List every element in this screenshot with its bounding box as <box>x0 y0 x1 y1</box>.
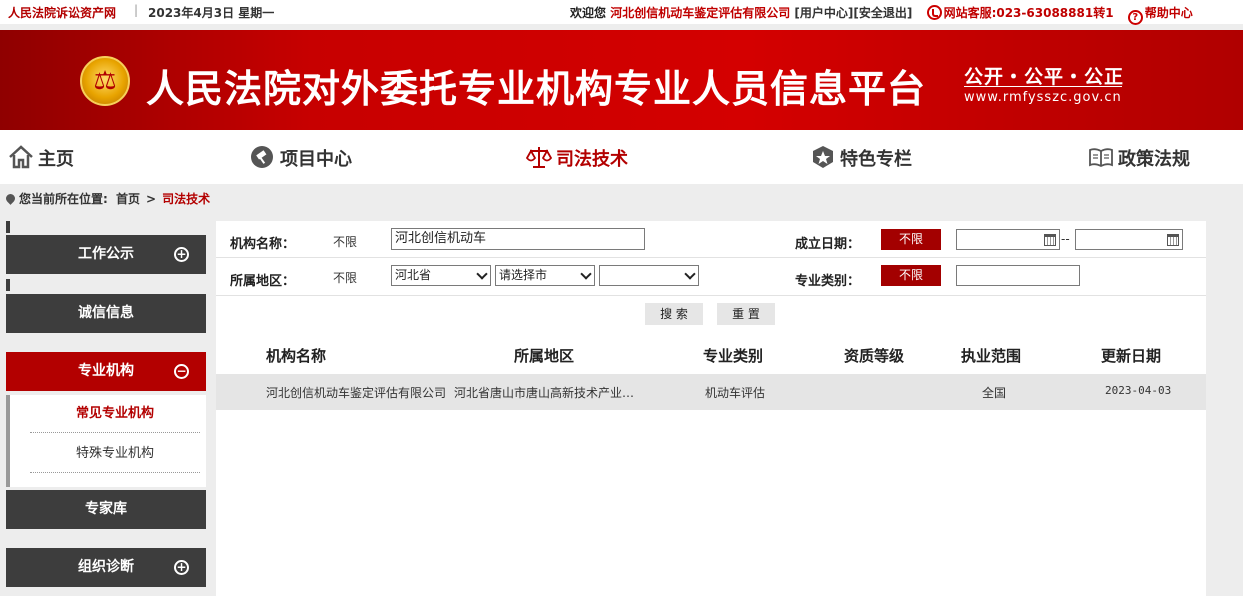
column-header-region: 所属地区 <box>514 347 575 365</box>
expand-icon[interactable]: + <box>174 560 189 575</box>
nav-features-label: 特色专栏 <box>840 149 912 170</box>
sidebar-item-label: 诚信信息 <box>78 305 134 321</box>
sidebar-subitem-special-orgs[interactable]: 特殊专业机构 <box>30 435 200 473</box>
top-bar: 人民法院诉讼资产网 | 2023年4月3日 星期一 欢迎您 河北创信机动车鉴定评… <box>0 0 1243 25</box>
star-badge-icon <box>813 146 833 168</box>
cell-category: 机动车评估 <box>705 386 766 400</box>
province-select[interactable]: 河北省 <box>391 265 491 286</box>
sidebar-submenu: 常见专业机构 特殊专业机构 <box>6 395 206 487</box>
table-row[interactable]: 河北创信机动车鉴定评估有限公司 河北省唐山市唐山高新技术产业… 机动车评估 全国… <box>216 374 1206 410</box>
founded-from-input[interactable] <box>956 229 1060 250</box>
breadcrumb-current[interactable]: 司法技术 <box>162 192 210 206</box>
cell-scope: 全国 <box>982 386 1007 400</box>
gavel-icon <box>251 146 273 168</box>
scales-icon <box>526 147 552 168</box>
region-unlimited[interactable]: 不限 <box>333 269 357 286</box>
cell-org-name-link[interactable]: 河北创信机动车鉴定评估有限公司 <box>266 384 456 401</box>
phone-icon <box>926 5 942 20</box>
nav-judicial-tech-label: 司法技术 <box>556 149 628 170</box>
slogan: 公开・公平・公正 <box>964 66 1125 88</box>
book-icon <box>1089 148 1113 168</box>
sidebar-item-label: 工作公示 <box>78 246 134 262</box>
city-select[interactable]: 请选择市 <box>495 265 595 286</box>
sidebar-item-work-notice[interactable]: 工作公示 + <box>6 235 206 274</box>
site-name-link[interactable]: 人民法院诉讼资产网 <box>8 4 116 21</box>
column-header-level: 资质等级 <box>844 347 905 365</box>
sidebar-item-expert-pool[interactable]: 专家库 <box>6 490 206 529</box>
nav-home[interactable]: 主页 <box>8 145 74 171</box>
breadcrumb: 您当前所在位置: 首页 > 司法技术 <box>4 190 210 207</box>
chevron-down-icon <box>684 268 696 280</box>
column-header-scope: 执业范围 <box>961 347 1022 365</box>
logout-link[interactable]: [安全退出] <box>853 6 912 20</box>
divider: | <box>134 3 139 17</box>
org-name-input[interactable]: 河北创信机动车 <box>391 228 645 250</box>
sidebar-item-credit-info[interactable]: 诚信信息 <box>6 294 206 333</box>
breadcrumb-home-link[interactable]: 首页 <box>116 192 140 206</box>
divider <box>216 295 1206 296</box>
breadcrumb-prefix: 您当前所在位置: <box>19 192 108 206</box>
search-button[interactable]: 搜 索 <box>645 303 703 325</box>
founded-date-label: 成立日期： <box>795 237 861 252</box>
chevron-down-icon <box>476 268 488 280</box>
divider <box>216 257 1206 258</box>
nav-projects-label: 项目中心 <box>280 149 352 170</box>
nav-policies-label: 政策法规 <box>1118 149 1190 170</box>
user-bar: 欢迎您 河北创信机动车鉴定评估有限公司 [用户中心][安全退出] 网站客服:02… <box>570 4 1193 25</box>
court-emblem-icon <box>80 56 130 106</box>
hotline-text: 网站客服:023-63088881转1 <box>943 6 1114 20</box>
category-label: 专业类别： <box>795 274 861 289</box>
current-date: 2023年4月3日 星期一 <box>148 6 275 20</box>
sidebar-item-label: 专家库 <box>85 501 127 517</box>
search-panel: 机构名称： 不限 河北创信机动车 成立日期： 不限 -- 所属地区： 不限 河北… <box>216 221 1206 596</box>
collapse-icon[interactable]: − <box>174 364 189 379</box>
column-header-category: 专业类别 <box>703 347 764 365</box>
main-nav: 主页 项目中心 司法技术 特色专栏 政策法规 <box>0 130 1243 184</box>
org-name-unlimited[interactable]: 不限 <box>333 233 357 250</box>
founded-unlimited-button[interactable]: 不限 <box>881 229 941 250</box>
nav-projects[interactable]: 项目中心 <box>250 145 352 171</box>
reset-button[interactable]: 重 置 <box>717 303 775 325</box>
location-pin-icon <box>4 192 17 205</box>
sidebar-item-professional-orgs[interactable]: 专业机构 − <box>6 352 206 391</box>
date-range-separator: -- <box>1061 232 1070 246</box>
sidebar-subitem-common-orgs[interactable]: 常见专业机构 <box>30 395 200 433</box>
sidebar-item-label: 专业机构 <box>78 363 134 379</box>
nav-home-label: 主页 <box>38 149 74 170</box>
founded-to-input[interactable] <box>1075 229 1183 250</box>
chevron-down-icon <box>580 268 592 280</box>
nav-policies[interactable]: 政策法规 <box>1088 145 1190 171</box>
calendar-icon[interactable] <box>1167 234 1179 246</box>
column-header-name: 机构名称 <box>266 347 327 365</box>
category-unlimited-button[interactable]: 不限 <box>881 265 941 286</box>
column-header-updated: 更新日期 <box>1101 347 1162 365</box>
user-center-link[interactable]: [用户中心] <box>794 6 853 20</box>
sidebar-item-org-diagnosis[interactable]: 组织诊断 + <box>6 548 206 587</box>
user-company-link[interactable]: 河北创信机动车鉴定评估有限公司 <box>610 6 790 20</box>
site-url: www.rmfysszc.gov.cn <box>964 86 1122 105</box>
breadcrumb-separator: > <box>146 192 157 206</box>
org-name-label: 机构名称： <box>230 237 296 252</box>
district-select[interactable] <box>599 265 699 286</box>
help-center-link[interactable]: 帮助中心 <box>1145 6 1193 20</box>
region-label: 所属地区： <box>230 274 296 289</box>
category-input[interactable] <box>956 265 1080 286</box>
cell-region: 河北省唐山市唐山高新技术产业… <box>454 386 635 400</box>
sidebar-item-label: 组织诊断 <box>78 559 134 575</box>
home-icon <box>9 145 33 169</box>
help-icon[interactable]: ? <box>1127 10 1143 25</box>
cell-updated: 2023-04-03 <box>1105 384 1172 397</box>
nav-features[interactable]: 特色专栏 <box>810 145 912 171</box>
sidebar-grip <box>6 221 10 233</box>
expand-icon[interactable]: + <box>174 247 189 262</box>
platform-title: 人民法院对外委托专业机构专业人员信息平台 <box>146 67 927 111</box>
nav-judicial-tech[interactable]: 司法技术 <box>526 145 628 171</box>
welcome-text: 欢迎您 <box>570 6 607 20</box>
calendar-icon[interactable] <box>1044 234 1056 246</box>
header-banner: 人民法院对外委托专业机构专业人员信息平台 公开・公平・公正 www.rmfyss… <box>0 30 1243 130</box>
sidebar-grip <box>6 279 10 291</box>
